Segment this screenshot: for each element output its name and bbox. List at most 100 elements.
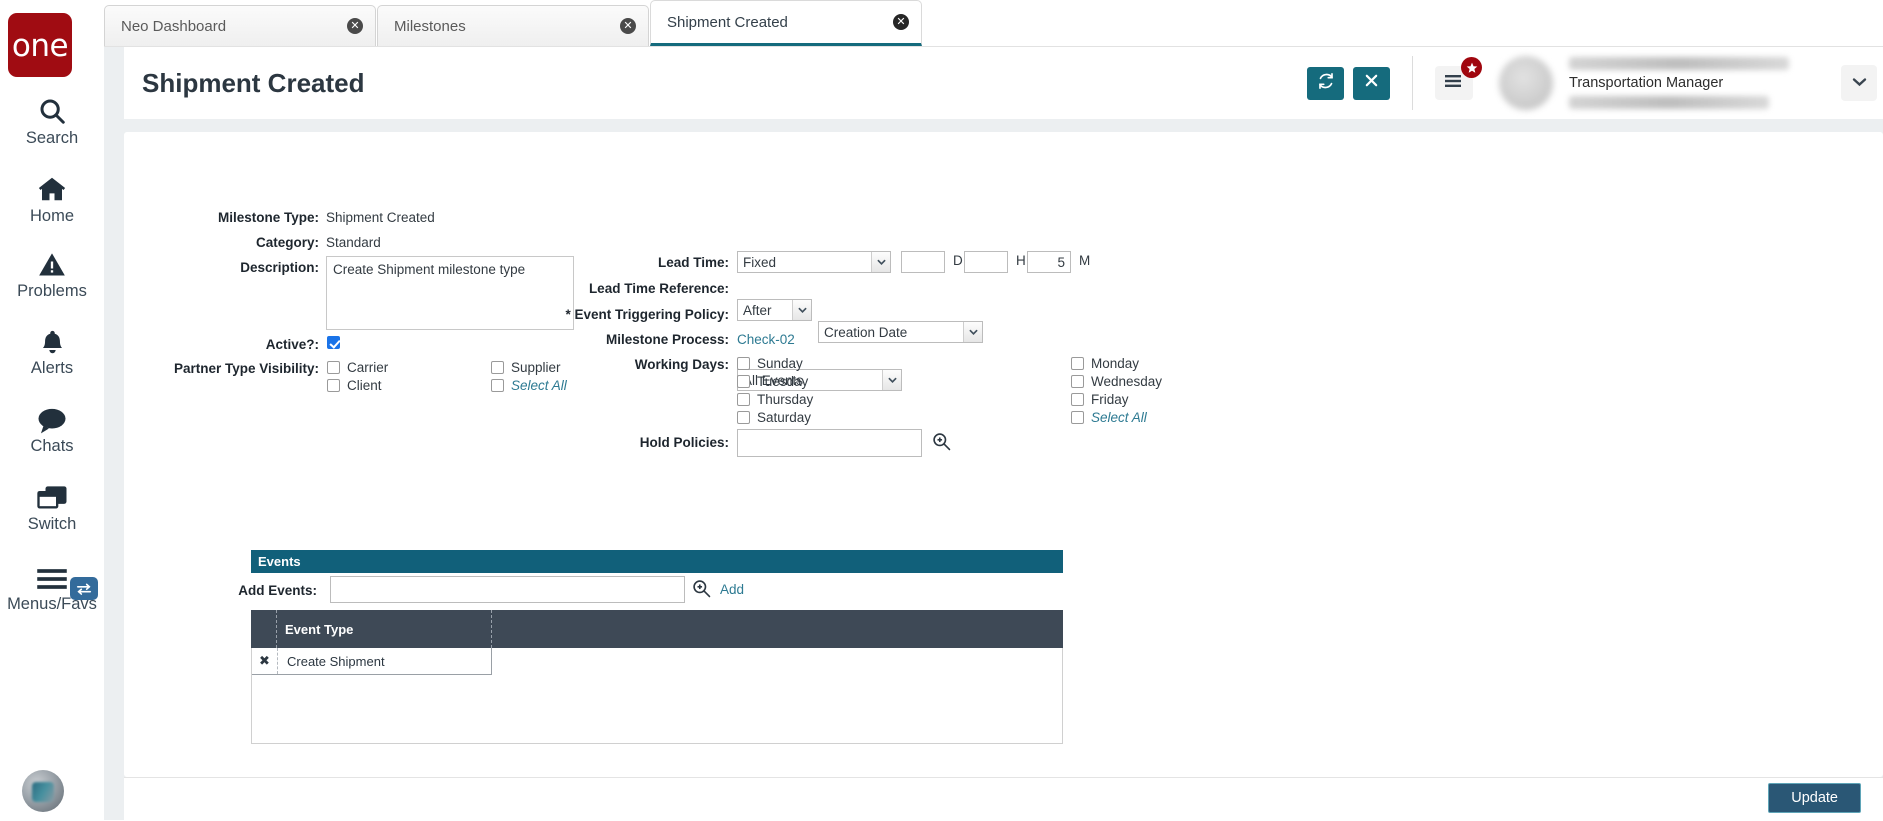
checkbox-box[interactable] <box>1071 375 1084 388</box>
checkbox-label: Select All <box>1091 410 1147 425</box>
partner-checkbox-carrier[interactable]: Carrier <box>327 360 388 375</box>
lead-time-label: Lead Time: <box>657 255 729 270</box>
checkbox-box[interactable] <box>491 379 504 392</box>
refresh-icon <box>1317 72 1335 95</box>
working-day-thursday[interactable]: Thursday <box>737 392 813 407</box>
chat-bubble-icon <box>36 400 68 434</box>
sidebar-item-alerts[interactable]: Alerts <box>0 322 104 378</box>
sidebar-item-search[interactable]: Search <box>0 92 104 148</box>
page-header: Shipment Created Transportation Manager <box>124 47 1883 119</box>
lead-time-minutes-unit: M <box>1079 253 1091 268</box>
sidebar-item-chats[interactable]: Chats <box>0 400 104 456</box>
checkbox-label: Sunday <box>757 356 803 371</box>
tab-shipment-created[interactable]: Shipment Created ✕ <box>650 0 922 46</box>
update-button[interactable]: Update <box>1768 783 1861 813</box>
hold-policies-input[interactable] <box>737 429 922 457</box>
working-days-label: Working Days: <box>634 357 729 372</box>
description-label: Description: <box>240 260 319 275</box>
checkbox-box[interactable] <box>1071 393 1084 406</box>
refresh-button[interactable] <box>1307 66 1344 100</box>
hold-policies-label: Hold Policies: <box>639 435 729 450</box>
lead-time-anchor-select[interactable]: Creation Date <box>818 321 983 343</box>
sidebar-item-switch[interactable]: Switch <box>0 478 104 534</box>
user-menu-button[interactable] <box>1841 65 1877 101</box>
close-button[interactable] <box>1353 66 1390 100</box>
page-title: Shipment Created <box>142 67 365 98</box>
rail-avatar[interactable] <box>22 770 64 812</box>
checkbox-box[interactable] <box>491 361 504 374</box>
checkbox-label: Friday <box>1091 392 1129 407</box>
working-day-tuesday[interactable]: Tuesday <box>737 374 808 389</box>
active-label: Active?: <box>265 337 319 352</box>
events-column-header-event-type[interactable]: Event Type <box>285 610 353 648</box>
working-day-saturday[interactable]: Saturday <box>737 410 811 425</box>
sidebar-item-problems[interactable]: Problems <box>0 245 104 301</box>
checkbox-box[interactable] <box>1071 357 1084 370</box>
sidebar-item-home[interactable]: Home <box>0 170 104 226</box>
sidebar-item-menus-favs[interactable]: Menus/Favs <box>0 558 104 614</box>
lead-time-days-input[interactable] <box>901 251 945 273</box>
checkbox-box[interactable] <box>737 393 750 406</box>
milestone-type-label: Milestone Type: <box>217 210 319 225</box>
lead-time-direction-value: After <box>743 302 772 318</box>
working-day-select-all[interactable]: Select All <box>1071 410 1147 425</box>
partner-checkbox-client[interactable]: Client <box>327 378 382 393</box>
lead-time-reference-label: Lead Time Reference: <box>588 281 729 296</box>
hamburger-icon <box>36 558 68 592</box>
chevron-down-icon <box>963 322 982 342</box>
avatar[interactable] <box>1499 56 1553 110</box>
event-triggering-policy-label: * Event Triggering Policy: <box>565 307 729 322</box>
header-divider <box>1412 56 1413 110</box>
tab-close-icon[interactable]: ✕ <box>893 14 909 30</box>
working-day-sunday[interactable]: Sunday <box>737 356 803 371</box>
checkbox-box[interactable] <box>737 375 750 388</box>
tab-milestones[interactable]: Milestones ✕ <box>377 5 649 46</box>
lead-time-direction-select[interactable]: After <box>737 299 812 321</box>
page-shell: Shipment Created Transportation Manager … <box>104 46 1883 821</box>
checkbox-label: Saturday <box>757 410 812 425</box>
working-day-friday[interactable]: Friday <box>1071 392 1129 407</box>
working-day-wednesday[interactable]: Wednesday <box>1071 374 1162 389</box>
bell-icon <box>39 322 66 356</box>
tab-close-icon[interactable]: ✕ <box>347 18 363 34</box>
table-row[interactable]: ✖ Create Shipment <box>252 648 492 675</box>
checkbox-label: Monday <box>1091 356 1140 371</box>
checkbox-box[interactable] <box>327 379 340 392</box>
milestone-process-value[interactable]: Check-02 <box>737 332 795 347</box>
home-icon <box>36 170 68 204</box>
active-checkbox[interactable] <box>327 336 340 354</box>
partner-checkbox-supplier[interactable]: Supplier <box>491 360 561 375</box>
tab-label: Neo Dashboard <box>121 17 227 35</box>
row-event-type: Create Shipment <box>277 648 491 674</box>
partner-checkbox-select-all[interactable]: Select All <box>491 378 567 393</box>
sidebar-label-menus-favs: Menus/Favs <box>7 595 97 613</box>
checkbox-box[interactable] <box>737 357 750 370</box>
close-icon <box>1364 73 1379 93</box>
events-section-header: Events <box>251 550 1063 573</box>
checkbox-box[interactable] <box>1071 411 1084 424</box>
magnifier-icon[interactable] <box>692 579 711 603</box>
brand-logo[interactable]: one <box>8 13 72 77</box>
add-events-add-link[interactable]: Add <box>720 582 744 597</box>
partner-type-visibility-label: Partner Type Visibility: <box>173 361 319 376</box>
lead-time-hours-input[interactable] <box>964 251 1008 273</box>
checkbox-box[interactable] <box>327 361 340 374</box>
user-meta: Transportation Manager <box>1569 57 1819 109</box>
tab-label: Milestones <box>394 17 466 35</box>
working-day-monday[interactable]: Monday <box>1071 356 1139 371</box>
header-actions: Transportation Manager <box>1307 47 1877 119</box>
magnifier-icon[interactable] <box>932 432 951 456</box>
tab-close-icon[interactable]: ✕ <box>620 18 636 34</box>
checkbox-box[interactable] <box>737 411 750 424</box>
tab-neo-dashboard[interactable]: Neo Dashboard ✕ <box>104 5 376 46</box>
lead-time-mode-select[interactable]: Fixed <box>737 251 891 273</box>
row-remove-icon[interactable]: ✖ <box>252 654 277 669</box>
chevron-down-icon <box>882 370 901 390</box>
list-menu-button[interactable] <box>1435 57 1482 100</box>
user-name-redacted <box>1569 57 1789 70</box>
lead-time-days-unit: D <box>953 253 963 268</box>
tab-bar: Neo Dashboard ✕ Milestones ✕ Shipment Cr… <box>104 0 1883 46</box>
chevron-down-icon <box>871 252 890 272</box>
add-events-input[interactable] <box>330 576 685 603</box>
lead-time-minutes-input[interactable] <box>1027 251 1071 273</box>
